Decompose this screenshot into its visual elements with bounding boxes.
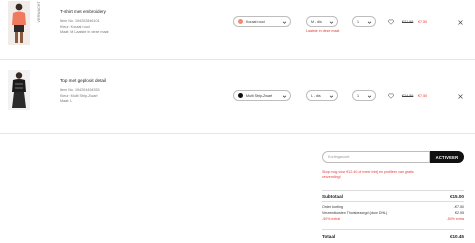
product-info: Top met geplooit detail Item No. 1942044… [60,78,106,105]
product-image[interactable] [8,70,30,110]
total-row: Totaal €10.45 [322,234,464,239]
size-select-value: M - dis [311,19,322,24]
product-size: Maat: L [60,99,73,104]
summary-divider [322,229,464,230]
subtotal-label: Subtotaal [322,194,343,199]
quantity-value: 1 [357,19,359,24]
chevron-down-icon [329,95,334,98]
color-swatch [238,19,243,24]
sale-price: €7.50 [418,93,428,98]
cart-item-2: Top met geplooit detail Item No. 1942044… [0,68,475,128]
old-price: €21.99 [402,19,414,24]
color-select-value: Koraal rood [246,19,265,24]
total-label: Totaal [322,234,336,239]
summary-divider [322,201,464,202]
chevron-down-icon [367,21,372,24]
shipping-row: Verzendkosten Thuisbezorgd (door DHL) €2… [322,211,464,215]
product-info: T-shirt met embroidery Item No. 19420284… [60,9,109,36]
sale-price: €7.50 [418,19,428,24]
summary-divider [322,190,464,191]
discount-code-placeholder: Kortingscode [328,155,350,159]
item-number: Item No. 194204494353 [60,88,100,92]
size-select[interactable]: L - dis [306,90,338,101]
subtotal-row: Subtotaal €15.00 [322,194,464,199]
quantity-select[interactable]: 1 [352,16,376,27]
product-image[interactable] [8,1,30,45]
row-divider [0,133,475,134]
total-value: €10.45 [449,234,464,239]
order-discount-value: -€7.50 [453,205,464,209]
color-select[interactable]: Multi Strip-Zwart [233,90,291,101]
old-price: €24.99 [402,93,414,98]
order-discount-label: Order korting [322,205,343,209]
close-icon[interactable] [458,93,463,99]
product-name[interactable]: Top met geplooit detail [60,78,106,83]
status-badge: VERWACHT [37,1,41,23]
chevron-down-icon [282,21,287,24]
quantity-value: 1 [357,93,359,98]
color-select-value: Multi Strip-Zwart [246,93,273,98]
row-divider [0,59,475,60]
order-discount-row: Order korting -€7.50 [322,205,464,209]
low-stock-warning: Laatste in deze maat [306,29,340,33]
extra-discount-value: -50% extra [446,217,464,221]
color-swatch [238,93,243,98]
free-shipping-message: Shop nog voor €12.40 of meer inbij en pr… [322,170,414,179]
chevron-down-icon [282,95,287,98]
heart-icon[interactable] [388,93,394,99]
quantity-select[interactable]: 1 [352,90,376,101]
color-select[interactable]: Koraal rood [233,16,291,27]
extra-discount-row: -50% extra! -50% extra [322,217,464,221]
heart-icon[interactable] [388,19,394,25]
close-icon[interactable] [458,19,463,25]
cart-item-1: VERWACHT T-shirt met embroidery Item No.… [0,0,475,60]
shipping-value: €2.95 [455,211,464,215]
size-select-value: L - dis [311,93,321,98]
product-size: Maat: M Laatste in deze maat [60,30,109,35]
product-name[interactable]: T-shirt met embroidery [60,9,109,14]
chevron-down-icon [329,21,334,24]
size-select[interactable]: M - dis [306,16,338,27]
extra-discount-label: -50% extra! [322,217,341,221]
subtotal-value: €15.00 [449,194,464,199]
chevron-down-icon [367,95,372,98]
activate-discount-button[interactable]: ACTIVEER [430,151,464,163]
discount-code-input[interactable]: Kortingscode [322,151,430,163]
shipping-label: Verzendkosten Thuisbezorgd (door DHL) [322,211,388,215]
